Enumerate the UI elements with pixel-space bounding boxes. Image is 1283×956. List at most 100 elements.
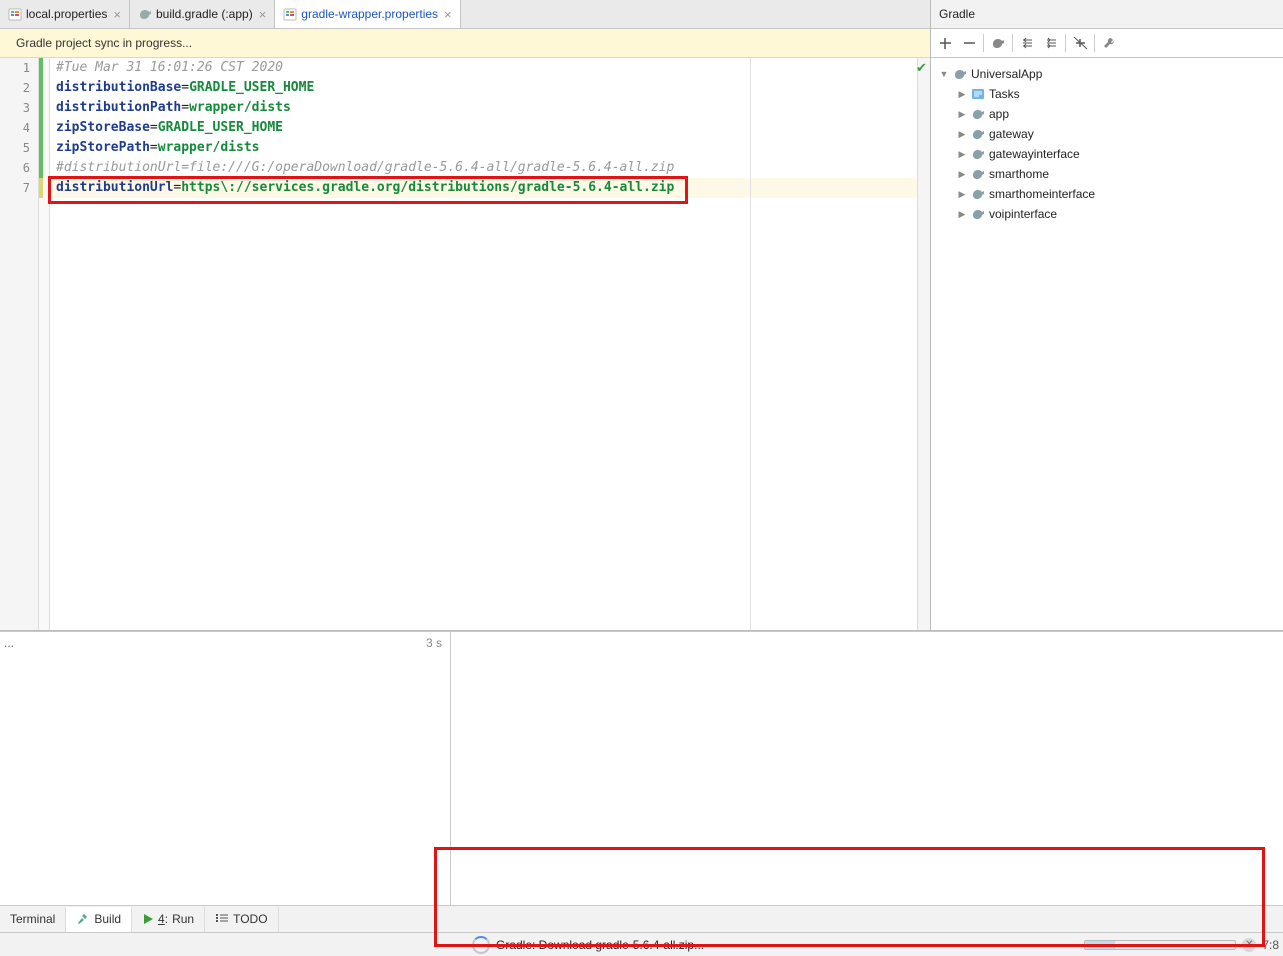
node-label: gateway — [989, 127, 1034, 141]
code-content[interactable]: #Tue Mar 31 16:01:26 CST 2020distributio… — [50, 58, 917, 630]
line-number: 1 — [0, 58, 38, 78]
line-number: 5 — [0, 138, 38, 158]
toolbar-separator — [1012, 34, 1013, 52]
tree-arrow-icon[interactable]: ▶ — [957, 129, 967, 140]
node-label: gatewayinterface — [989, 147, 1080, 161]
tree-node[interactable]: ▶Tasks — [935, 84, 1279, 104]
tree-node[interactable]: ▶ smarthome — [935, 164, 1279, 184]
node-icon — [971, 107, 985, 121]
list-icon — [215, 913, 229, 925]
code-line[interactable]: zipStorePath=wrapper/dists — [50, 138, 917, 158]
node-label: smarthome — [989, 167, 1049, 181]
tree-node[interactable]: ▼ UniversalApp — [935, 64, 1279, 84]
bottom-tool-tabs: Terminal Build 4: Run TODO — [0, 905, 1283, 932]
tree-arrow-icon[interactable]: ▶ — [957, 209, 967, 220]
tree-node[interactable]: ▶ smarthomeinterface — [935, 184, 1279, 204]
remove-button[interactable] — [957, 31, 981, 55]
node-label: smarthomeinterface — [989, 187, 1095, 201]
tree-arrow-icon[interactable]: ▶ — [957, 169, 967, 180]
sync-notification-bar: Gradle project sync in progress... — [0, 29, 930, 58]
tab-label: gradle-wrapper.properties — [301, 7, 438, 21]
tree-node[interactable]: ▶ gatewayinterface — [935, 144, 1279, 164]
wrap-guide — [750, 58, 751, 630]
bottom-tab[interactable]: Terminal — [0, 907, 66, 932]
tree-node[interactable]: ▶ app — [935, 104, 1279, 124]
progress-bar[interactable] — [1084, 940, 1236, 950]
code-line[interactable]: distributionUrl=https\://services.gradle… — [50, 178, 917, 198]
close-icon[interactable]: × — [257, 7, 269, 22]
code-area[interactable]: 1234567 #Tue Mar 31 16:01:26 CST 2020dis… — [0, 58, 930, 630]
tab-label: TODO — [233, 912, 267, 926]
collapse-all-button[interactable] — [1039, 31, 1063, 55]
node-icon — [971, 127, 985, 141]
change-marker — [39, 118, 49, 138]
line-number: 3 — [0, 98, 38, 118]
inspection-strip[interactable]: ✔ — [917, 58, 930, 630]
bottom-tab[interactable]: 4: Run — [132, 907, 205, 932]
hammer-icon — [76, 912, 90, 926]
build-left-panel[interactable]: ... 3 s — [0, 632, 451, 905]
gradle-tree[interactable]: ▼UniversalApp▶Tasks▶app▶gateway▶gatewayi… — [931, 58, 1283, 630]
play-icon — [142, 913, 154, 925]
line-number: 7 — [0, 178, 38, 198]
toolbar-separator — [1065, 34, 1066, 52]
build-right-panel[interactable] — [451, 632, 1283, 905]
code-line[interactable]: distributionPath=wrapper/dists — [50, 98, 917, 118]
add-button[interactable] — [933, 31, 957, 55]
inspection-ok-icon: ✔ — [916, 60, 927, 76]
tree-arrow-icon[interactable]: ▶ — [957, 109, 967, 120]
gradle-title: Gradle — [931, 0, 1283, 29]
change-marker — [39, 158, 49, 178]
tree-node[interactable]: ▶voipinterface — [935, 204, 1279, 224]
editor-tab[interactable]: local.properties × — [0, 0, 130, 28]
code-line[interactable]: distributionBase=GRADLE_USER_HOME — [50, 78, 917, 98]
bottom-tab[interactable]: Build — [66, 907, 132, 932]
wrench-icon[interactable] — [1097, 31, 1121, 55]
line-number: 2 — [0, 78, 38, 98]
progress-spinner-icon — [472, 936, 490, 954]
gradle-title-text: Gradle — [939, 7, 975, 21]
node-label: app — [989, 107, 1009, 121]
node-label: UniversalApp — [971, 67, 1042, 81]
node-icon — [971, 87, 985, 101]
code-line[interactable]: #distributionUrl=file:///G:/operaDownloa… — [50, 158, 917, 178]
change-marker — [39, 138, 49, 158]
tab-label: build.gradle (:app) — [156, 7, 253, 21]
tree-node[interactable]: ▶ gateway — [935, 124, 1279, 144]
status-bar: Gradle: Download gradle-5.6.4-all.zip...… — [0, 932, 1283, 956]
expand-all-button[interactable] — [1015, 31, 1039, 55]
code-line[interactable]: #Tue Mar 31 16:01:26 CST 2020 — [50, 58, 917, 78]
tree-arrow-icon[interactable]: ▶ — [957, 149, 967, 160]
build-output-pane: ... 3 s — [0, 631, 1283, 905]
change-marker — [39, 98, 49, 118]
file-icon — [138, 7, 152, 21]
toolbar-separator — [1094, 34, 1095, 52]
gradle-toolbar — [931, 29, 1283, 58]
tree-arrow-icon[interactable]: ▶ — [957, 189, 967, 200]
bottom-tab[interactable]: TODO — [205, 907, 278, 932]
line-number: 6 — [0, 158, 38, 178]
tree-arrow-icon[interactable]: ▼ — [939, 69, 949, 79]
node-icon — [953, 67, 967, 81]
progress-fill — [1085, 941, 1115, 949]
tab-mnemonic: 4: — [158, 912, 168, 926]
tree-arrow-icon[interactable]: ▶ — [957, 89, 967, 100]
ellipsis: ... — [4, 636, 14, 650]
editor-tab[interactable]: gradle-wrapper.properties × — [275, 0, 460, 28]
tab-label: local.properties — [26, 7, 107, 21]
tab-label: Build — [94, 912, 121, 926]
offline-mode-button[interactable] — [1068, 31, 1092, 55]
change-marker — [39, 78, 49, 98]
gradle-tool-window: Gradle ▼UniversalApp▶Tasks▶app▶gateway▶g… — [931, 0, 1283, 630]
editor-tab[interactable]: build.gradle (:app) × — [130, 0, 275, 28]
node-icon — [971, 207, 985, 221]
caret-location: 7:8 — [1262, 938, 1279, 952]
elephant-icon[interactable] — [986, 31, 1010, 55]
close-icon[interactable]: × — [111, 7, 123, 22]
close-icon[interactable]: × — [442, 7, 454, 22]
line-number-gutter: 1234567 — [0, 58, 39, 630]
node-icon — [971, 187, 985, 201]
node-icon — [971, 167, 985, 181]
cancel-button[interactable]: ✕ — [1242, 938, 1256, 952]
code-line[interactable]: zipStoreBase=GRADLE_USER_HOME — [50, 118, 917, 138]
